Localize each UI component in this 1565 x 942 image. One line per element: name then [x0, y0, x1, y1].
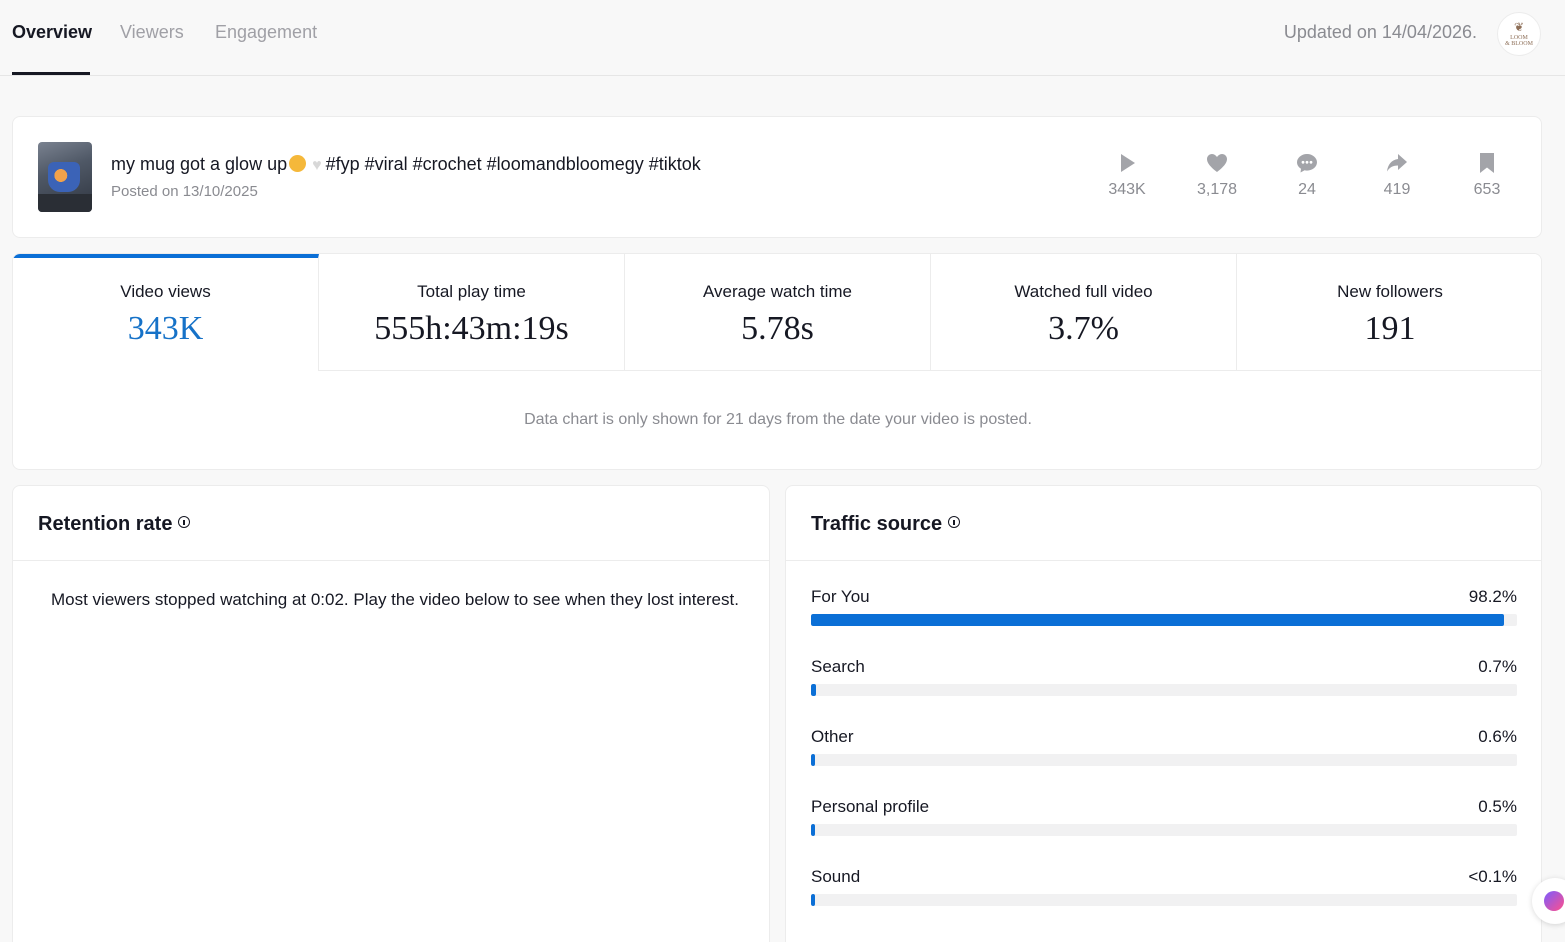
metric-average-watch-time[interactable]: Average watch time 5.78s: [625, 254, 931, 371]
metric-total-play-time[interactable]: Total play time 555h:43m:19s: [319, 254, 625, 371]
traffic-title-text: Traffic source: [811, 513, 943, 535]
traffic-value: <0.1%: [1468, 867, 1517, 886]
account-avatar[interactable]: ❦ LOOM & BLOOM: [1497, 12, 1541, 56]
traffic-bar-fill: [811, 824, 816, 836]
stat-views: 343K: [1097, 151, 1157, 199]
metric-video-views[interactable]: Video views 343K: [13, 254, 319, 371]
traffic-header: Traffic source: [786, 486, 1541, 561]
traffic-bar-track: [811, 894, 1517, 906]
metric-value: 191: [1364, 310, 1416, 347]
metric-value: 5.78s: [741, 310, 814, 347]
info-icon[interactable]: [178, 516, 191, 528]
traffic-bar-fill: [811, 754, 816, 766]
stat-likes-value: 3,178: [1196, 181, 1238, 198]
traffic-label: Personal profile: [811, 797, 930, 816]
active-tab-indicator: [12, 72, 90, 75]
stat-saves: 653: [1457, 151, 1517, 199]
stat-shares: 419: [1367, 151, 1427, 199]
info-icon[interactable]: [948, 516, 961, 528]
traffic-bar-fill: [811, 894, 816, 906]
traffic-bar-fill: [811, 614, 1505, 626]
heart-icon: [1207, 154, 1227, 172]
metric-label: New followers: [1337, 282, 1443, 301]
traffic-source-panel: Traffic source For You 98.2% Search 0.7%…: [785, 485, 1542, 942]
comment-icon: [1297, 154, 1317, 173]
traffic-bar-track: [811, 614, 1517, 626]
top-bar: Overview Viewers Engagement Updated on 1…: [0, 0, 1565, 76]
metric-new-followers[interactable]: New followers 191: [1237, 254, 1541, 371]
stat-views-value: 343K: [1108, 181, 1146, 198]
emoji-face-icon: [289, 155, 307, 172]
updated-timestamp: Updated on 14/04/2026.: [1283, 22, 1477, 42]
brand-leaf-icon: ❦: [1513, 20, 1525, 34]
metric-label: Average watch time: [703, 282, 852, 301]
retention-title-text: Retention rate: [38, 513, 173, 535]
brand-logo-line2: & BLOOM: [1505, 41, 1533, 47]
traffic-bar-fill: [811, 684, 816, 696]
traffic-row-other: Other 0.6%: [811, 727, 1517, 787]
metric-watched-full-video[interactable]: Watched full video 3.7%: [931, 254, 1237, 371]
play-icon: [1121, 154, 1135, 172]
metric-label: Video views: [120, 282, 211, 301]
key-metrics-card: Video views 343K Total play time 555h:43…: [12, 253, 1542, 470]
traffic-bar-track: [811, 754, 1517, 766]
stat-comments: 24: [1277, 151, 1337, 199]
stat-saves-value: 653: [1473, 181, 1501, 198]
share-icon: [1387, 154, 1407, 172]
traffic-label: Sound: [811, 867, 861, 886]
chart-availability-note: Data chart is only shown for 21 days fro…: [524, 411, 1032, 428]
retention-panel: Retention rate Most viewers stopped watc…: [12, 485, 770, 942]
thumbnail-table: [38, 194, 92, 212]
stat-comments-value: 24: [1298, 181, 1316, 198]
white-heart-icon: ♥: [312, 157, 322, 174]
stat-shares-value: 419: [1383, 181, 1411, 198]
metric-value: 343K: [127, 310, 204, 347]
metric-value: 3.7%: [1048, 310, 1119, 347]
tab-viewers[interactable]: Viewers: [120, 22, 184, 43]
traffic-row-sound: Sound <0.1%: [811, 867, 1517, 927]
metric-label: Total play time: [417, 282, 526, 301]
video-title: my mug got a glow up ♥ #fyp #viral #croche…: [111, 154, 701, 175]
video-summary-card: my mug got a glow up ♥ #fyp #viral #croche…: [12, 116, 1542, 238]
traffic-row-search: Search 0.7%: [811, 657, 1517, 717]
metric-label: Watched full video: [1014, 282, 1153, 301]
retention-title: Retention rate: [38, 513, 191, 536]
traffic-title: Traffic source: [811, 513, 961, 536]
video-hashtags: #fyp #viral #crochet #loomandbloomegy #t…: [325, 154, 701, 174]
tab-engagement[interactable]: Engagement: [215, 22, 317, 43]
traffic-row-personal-profile: Personal profile 0.5%: [811, 797, 1517, 857]
tab-overview[interactable]: Overview: [12, 22, 92, 43]
traffic-value: 98.2%: [1468, 587, 1517, 606]
traffic-value: 0.7%: [1478, 657, 1517, 676]
video-title-text: my mug got a glow up: [111, 154, 288, 174]
retention-summary: Most viewers stopped watching at 0:02. P…: [51, 590, 739, 609]
metric-value: 555h:43m:19s: [374, 310, 569, 347]
traffic-label: Other: [811, 727, 854, 746]
video-thumbnail[interactable]: [38, 142, 92, 212]
traffic-bar-track: [811, 684, 1517, 696]
traffic-row-for-you: For You 98.2%: [811, 587, 1517, 647]
thumbnail-mug: [48, 162, 80, 192]
traffic-label: For You: [811, 587, 870, 606]
traffic-value: 0.5%: [1478, 797, 1517, 816]
stat-likes: 3,178: [1187, 151, 1247, 199]
traffic-value: 0.6%: [1478, 727, 1517, 746]
video-posted-date: Posted on 13/10/2025: [111, 183, 258, 200]
traffic-bar-track: [811, 824, 1517, 836]
traffic-label: Search: [811, 657, 865, 676]
bookmark-icon: [1480, 153, 1494, 173]
retention-header: Retention rate: [13, 486, 769, 561]
